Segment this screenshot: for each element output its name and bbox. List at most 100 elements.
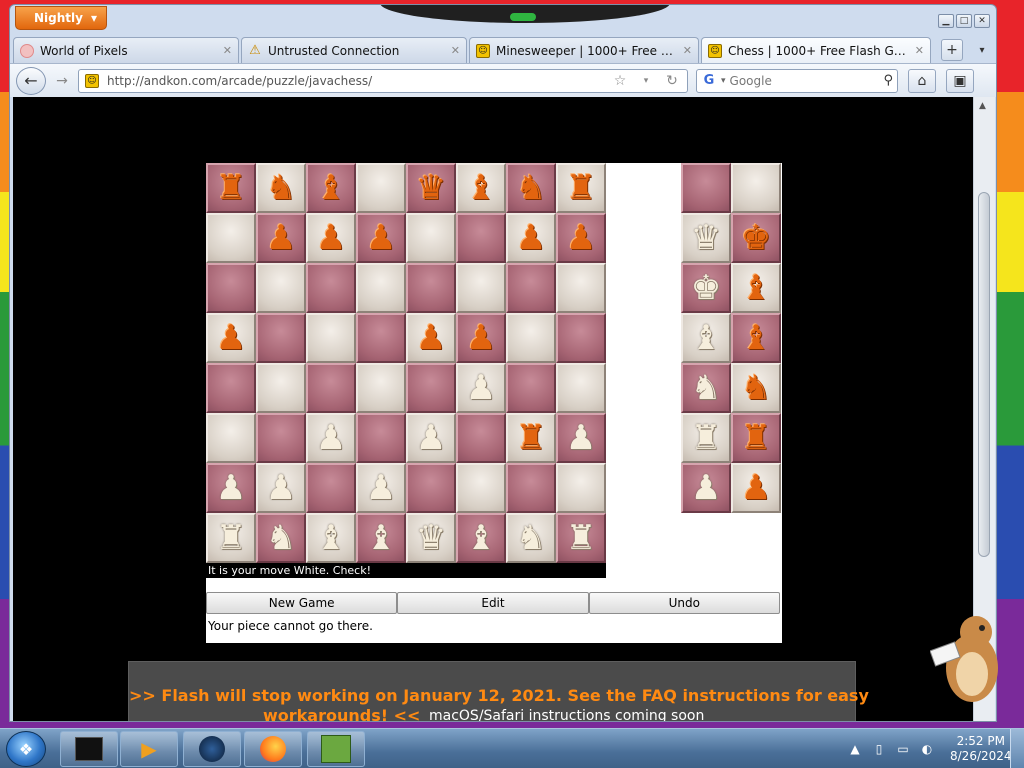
white-bishop-icon[interactable]: ♝ xyxy=(466,521,496,555)
black-knight-icon[interactable]: ♞ xyxy=(741,371,771,405)
board-square[interactable] xyxy=(406,263,456,313)
board-square[interactable]: ♟ xyxy=(506,213,556,263)
show-desktop-button[interactable] xyxy=(1010,729,1024,768)
black-pawn-icon[interactable]: ♟ xyxy=(316,221,346,255)
url-text[interactable]: http://andkon.com/arcade/puzzle/javaches… xyxy=(107,74,603,88)
board-square[interactable]: ♜ xyxy=(556,513,606,563)
white-bishop-icon[interactable]: ♝ xyxy=(691,321,721,355)
flash-notice-text[interactable]: >> Flash will stop working on January 12… xyxy=(129,686,869,705)
board-square[interactable] xyxy=(256,363,306,413)
board-square[interactable] xyxy=(206,363,256,413)
star-bookmark-icon[interactable]: ☆ xyxy=(611,72,629,90)
board-square[interactable]: ♞ xyxy=(256,163,306,213)
board-square[interactable] xyxy=(406,463,456,513)
board-square[interactable]: ♝ xyxy=(356,513,406,563)
board-square[interactable] xyxy=(456,463,506,513)
black-rook-icon[interactable]: ♜ xyxy=(216,171,246,205)
black-bishop-icon[interactable]: ♝ xyxy=(741,271,771,305)
captured-square[interactable] xyxy=(681,163,731,213)
black-rook-icon[interactable]: ♜ xyxy=(516,421,546,455)
board-square[interactable]: ♛ xyxy=(406,163,456,213)
white-rook-icon[interactable]: ♜ xyxy=(216,521,246,555)
black-pawn-icon[interactable]: ♟ xyxy=(366,221,396,255)
board-square[interactable] xyxy=(456,263,506,313)
board-square[interactable] xyxy=(206,413,256,463)
board-square[interactable] xyxy=(456,213,506,263)
board-square[interactable] xyxy=(406,363,456,413)
edit-button[interactable]: Edit xyxy=(397,592,589,614)
tab-minesweeper[interactable]: ☺ Minesweeper | 1000+ Free Flash G... ✕ xyxy=(469,37,699,63)
board-square[interactable]: ♟ xyxy=(406,413,456,463)
search-input[interactable]: Google xyxy=(730,74,880,88)
board-square[interactable] xyxy=(356,363,406,413)
white-pawn-icon[interactable]: ♟ xyxy=(416,421,446,455)
white-knight-icon[interactable]: ♞ xyxy=(266,521,296,555)
black-queen-icon[interactable]: ♛ xyxy=(416,171,446,205)
board-square[interactable] xyxy=(206,263,256,313)
minimize-button[interactable]: ▁ xyxy=(938,14,954,28)
url-bar[interactable]: ☺ http://andkon.com/arcade/puzzle/javach… xyxy=(78,68,688,93)
tab-chess[interactable]: ☺ Chess | 1000+ Free Flash Games | ... ✕ xyxy=(701,37,931,63)
board-square[interactable]: ♜ xyxy=(206,163,256,213)
forward-button[interactable]: → xyxy=(50,69,74,93)
board-square[interactable] xyxy=(556,363,606,413)
board-square[interactable] xyxy=(306,363,356,413)
taskbar-firefox[interactable] xyxy=(244,731,302,767)
undo-button[interactable]: Undo xyxy=(588,592,780,614)
black-rook-icon[interactable]: ♜ xyxy=(566,171,596,205)
taskbar-terminal[interactable] xyxy=(60,731,118,767)
board-square[interactable] xyxy=(356,163,406,213)
board-square[interactable]: ♟ xyxy=(356,463,406,513)
board-square[interactable]: ♟ xyxy=(306,413,356,463)
taskbar-game-box[interactable] xyxy=(307,731,365,767)
scroll-up-icon[interactable]: ▲ xyxy=(979,101,986,111)
flash-workarounds-link[interactable]: workarounds! << xyxy=(263,706,420,721)
captured-square[interactable]: ♟ xyxy=(731,463,781,513)
board-square[interactable]: ♟ xyxy=(456,363,506,413)
maximize-button[interactable]: □ xyxy=(956,14,972,28)
board-square[interactable]: ♟ xyxy=(406,313,456,363)
black-pawn-icon[interactable]: ♟ xyxy=(416,321,446,355)
black-pawn-icon[interactable]: ♟ xyxy=(216,321,246,355)
white-bishop-icon[interactable]: ♝ xyxy=(366,521,396,555)
close-tab-icon[interactable]: ✕ xyxy=(915,44,924,57)
board-square[interactable] xyxy=(256,263,306,313)
captured-square[interactable]: ♝ xyxy=(681,313,731,363)
captured-square[interactable]: ♜ xyxy=(731,413,781,463)
board-square[interactable]: ♛ xyxy=(406,513,456,563)
white-queen-icon[interactable]: ♛ xyxy=(416,521,446,555)
board-square[interactable]: ♝ xyxy=(306,513,356,563)
board-square[interactable] xyxy=(256,313,306,363)
white-knight-icon[interactable]: ♞ xyxy=(516,521,546,555)
black-pawn-icon[interactable]: ♟ xyxy=(741,471,771,505)
board-square[interactable]: ♜ xyxy=(556,163,606,213)
tray-app-icon[interactable]: ▯ xyxy=(870,740,888,758)
black-knight-icon[interactable]: ♞ xyxy=(266,171,296,205)
board-square[interactable] xyxy=(356,313,406,363)
white-knight-icon[interactable]: ♞ xyxy=(691,371,721,405)
board-square[interactable]: ♟ xyxy=(306,213,356,263)
board-square[interactable] xyxy=(556,313,606,363)
white-rook-icon[interactable]: ♜ xyxy=(691,421,721,455)
captured-square[interactable]: ♝ xyxy=(731,263,781,313)
close-window-button[interactable]: ✕ xyxy=(974,14,990,28)
board-square[interactable] xyxy=(256,413,306,463)
search-icon[interactable]: ⚲ xyxy=(883,73,893,88)
captured-square[interactable]: ♚ xyxy=(681,263,731,313)
captured-square[interactable] xyxy=(731,163,781,213)
board-square[interactable] xyxy=(306,463,356,513)
white-pawn-icon[interactable]: ♟ xyxy=(691,471,721,505)
board-square[interactable]: ♟ xyxy=(256,213,306,263)
taskbar-media-player[interactable]: ▶ xyxy=(120,731,178,767)
scroll-thumb[interactable] xyxy=(978,192,990,557)
board-square[interactable] xyxy=(506,363,556,413)
captured-square[interactable]: ♞ xyxy=(731,363,781,413)
white-rook-icon[interactable]: ♜ xyxy=(566,521,596,555)
volume-icon[interactable]: ◐ xyxy=(918,740,936,758)
board-square[interactable]: ♝ xyxy=(306,163,356,213)
black-knight-icon[interactable]: ♞ xyxy=(516,171,546,205)
close-tab-icon[interactable]: ✕ xyxy=(451,44,460,57)
white-pawn-icon[interactable]: ♟ xyxy=(266,471,296,505)
desktop-hamster-pet[interactable] xyxy=(929,610,1002,710)
white-pawn-icon[interactable]: ♟ xyxy=(316,421,346,455)
